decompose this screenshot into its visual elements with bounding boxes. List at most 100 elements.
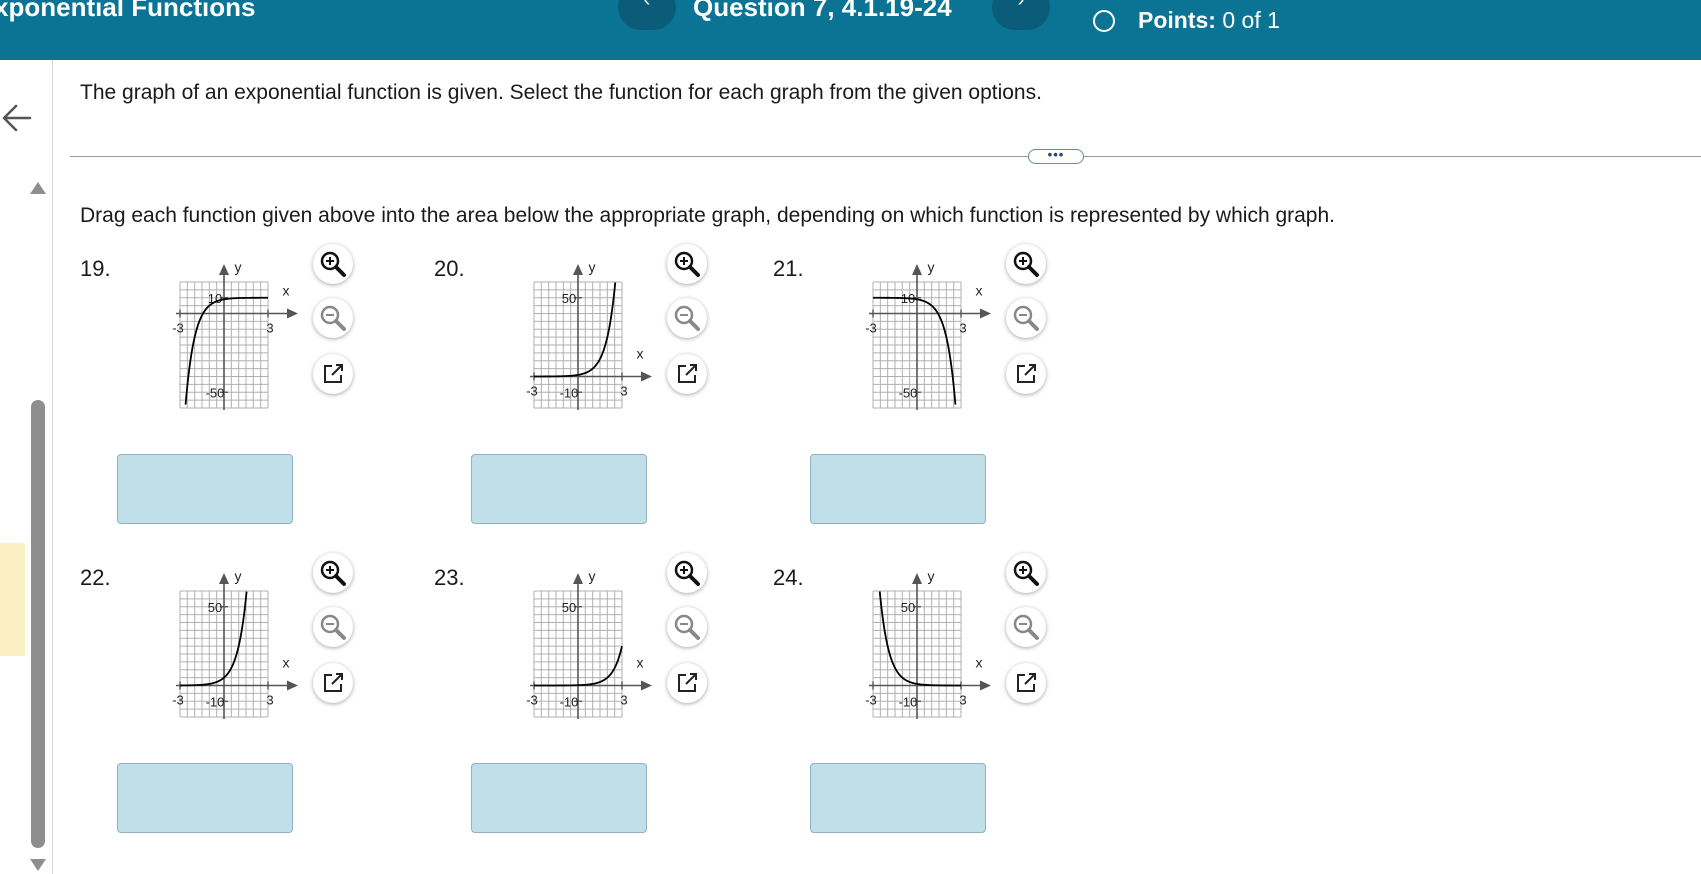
answer-drop-zone[interactable] <box>471 763 647 833</box>
y-tick-label: 50 <box>562 600 576 615</box>
y-tick-label: -10 <box>560 385 579 400</box>
y-axis-label: y <box>589 568 596 584</box>
x-axis-label: x <box>976 655 983 671</box>
y-axis-arrow <box>573 573 583 584</box>
x-axis-arrow <box>641 371 652 382</box>
exponential-graph: 50 -10 -3 3 x y <box>526 259 652 410</box>
zoom-in-icon[interactable] <box>1006 553 1046 593</box>
points-display: Points: 0 of 1 <box>1138 7 1280 34</box>
zoom-out-icon[interactable] <box>313 298 353 338</box>
open-new-window-icon[interactable] <box>1006 663 1046 703</box>
y-axis-arrow <box>573 264 583 275</box>
x-axis-label: x <box>976 283 983 299</box>
scroll-up-arrow-icon[interactable] <box>29 181 47 195</box>
y-tick-label: -10 <box>206 694 225 709</box>
zoom-out-icon[interactable] <box>1006 298 1046 338</box>
x-axis-label: x <box>637 346 644 362</box>
zoom-out-icon-glyph <box>674 305 700 331</box>
question-highlight-marker <box>0 543 25 656</box>
points-value: 0 of 1 <box>1222 7 1280 33</box>
open-new-window-icon[interactable] <box>1006 354 1046 394</box>
drag-instructions: Drag each function given above into the … <box>80 204 1335 227</box>
y-axis-label: y <box>589 259 596 275</box>
scroll-down-arrow-icon[interactable] <box>29 858 47 872</box>
y-axis-arrow <box>912 264 922 275</box>
points-status-icon <box>1093 10 1115 32</box>
x-axis-arrow <box>980 308 991 319</box>
y-axis-label: y <box>235 259 242 275</box>
zoom-out-icon[interactable] <box>667 607 707 647</box>
y-tick-label: -50 <box>899 385 918 400</box>
zoom-out-icon[interactable] <box>1006 607 1046 647</box>
y-axis-arrow <box>219 573 229 584</box>
x-tick-label: 3 <box>620 693 627 708</box>
open-new-window-icon[interactable] <box>313 663 353 703</box>
exponential-graph: 50 -10 -3 3 x y <box>526 568 652 719</box>
y-axis-arrow <box>219 264 229 275</box>
exponential-graph: 50 -10 -3 3 x y <box>172 568 298 719</box>
x-axis-label: x <box>283 283 290 299</box>
previous-question-button[interactable]: ‹ <box>618 0 676 30</box>
x-tick-label: 3 <box>266 693 273 708</box>
y-tick-label: 50 <box>562 291 576 306</box>
more-options-button[interactable]: ••• <box>1028 148 1084 164</box>
x-tick-label: -3 <box>172 693 184 708</box>
graph-number: 23. <box>434 565 465 590</box>
x-axis-arrow <box>287 680 298 691</box>
zoom-in-icon[interactable] <box>313 553 353 593</box>
y-tick-label: -10 <box>560 694 579 709</box>
open-new-window-icon[interactable] <box>667 663 707 703</box>
open-new-window-icon-glyph <box>1017 673 1036 692</box>
answer-drop-zone[interactable] <box>117 763 293 833</box>
zoom-out-icon[interactable] <box>313 607 353 647</box>
zoom-in-icon-glyph <box>674 560 700 586</box>
x-tick-label: -3 <box>172 321 184 336</box>
x-axis-label: x <box>283 655 290 671</box>
y-tick-label: -10 <box>899 694 918 709</box>
scrollbar-thumb[interactable] <box>31 400 45 848</box>
zoom-in-icon[interactable] <box>313 244 353 284</box>
exponential-graph: 10-50-3 3xy <box>865 259 991 410</box>
points-label: Points: <box>1138 7 1216 33</box>
zoom-out-icon-glyph <box>320 305 346 331</box>
x-axis-arrow <box>287 308 298 319</box>
open-new-window-icon-glyph <box>324 364 343 383</box>
y-axis-label: y <box>928 568 935 584</box>
question-intro: The graph of an exponential function is … <box>80 81 1042 104</box>
zoom-in-icon[interactable] <box>1006 244 1046 284</box>
next-question-button[interactable]: › <box>992 0 1050 30</box>
back-arrow-icon[interactable] <box>0 98 34 138</box>
zoom-in-icon-glyph <box>320 251 346 277</box>
zoom-out-icon-glyph <box>1013 614 1039 640</box>
y-axis-arrow <box>912 573 922 584</box>
x-tick-label: -3 <box>526 693 538 708</box>
graph-number: 20. <box>434 256 465 281</box>
answer-drop-zone[interactable] <box>810 454 986 524</box>
open-new-window-icon[interactable] <box>667 354 707 394</box>
zoom-in-icon-glyph <box>674 251 700 277</box>
x-tick-label: -3 <box>865 693 877 708</box>
y-tick-label: 50 <box>208 600 222 615</box>
zoom-in-icon-glyph <box>320 560 346 586</box>
x-axis-label: x <box>637 655 644 671</box>
zoom-in-icon[interactable] <box>667 553 707 593</box>
x-axis-arrow <box>641 680 652 691</box>
zoom-out-icon[interactable] <box>667 298 707 338</box>
graph-number: 22. <box>80 565 111 590</box>
y-tick-label: 10 <box>208 291 222 306</box>
assignment-title: xponential Functions <box>0 0 256 22</box>
zoom-in-icon-glyph <box>1013 560 1039 586</box>
x-tick-label: 3 <box>266 321 273 336</box>
exponential-graph: 50 -10 -3 3 x y <box>865 568 991 719</box>
answer-drop-zone[interactable] <box>117 454 293 524</box>
exponential-graph: 10 -50 -3 3 x y <box>172 259 298 410</box>
graph-number: 19. <box>80 256 111 281</box>
open-new-window-icon-glyph <box>678 673 697 692</box>
open-new-window-icon[interactable] <box>313 354 353 394</box>
question-label: Question 7, 4.1.19-24 <box>693 0 952 22</box>
answer-drop-zone[interactable] <box>810 763 986 833</box>
zoom-in-icon[interactable] <box>667 244 707 284</box>
x-tick-label: -3 <box>865 321 877 336</box>
y-tick-label: -50 <box>206 385 225 400</box>
answer-drop-zone[interactable] <box>471 454 647 524</box>
